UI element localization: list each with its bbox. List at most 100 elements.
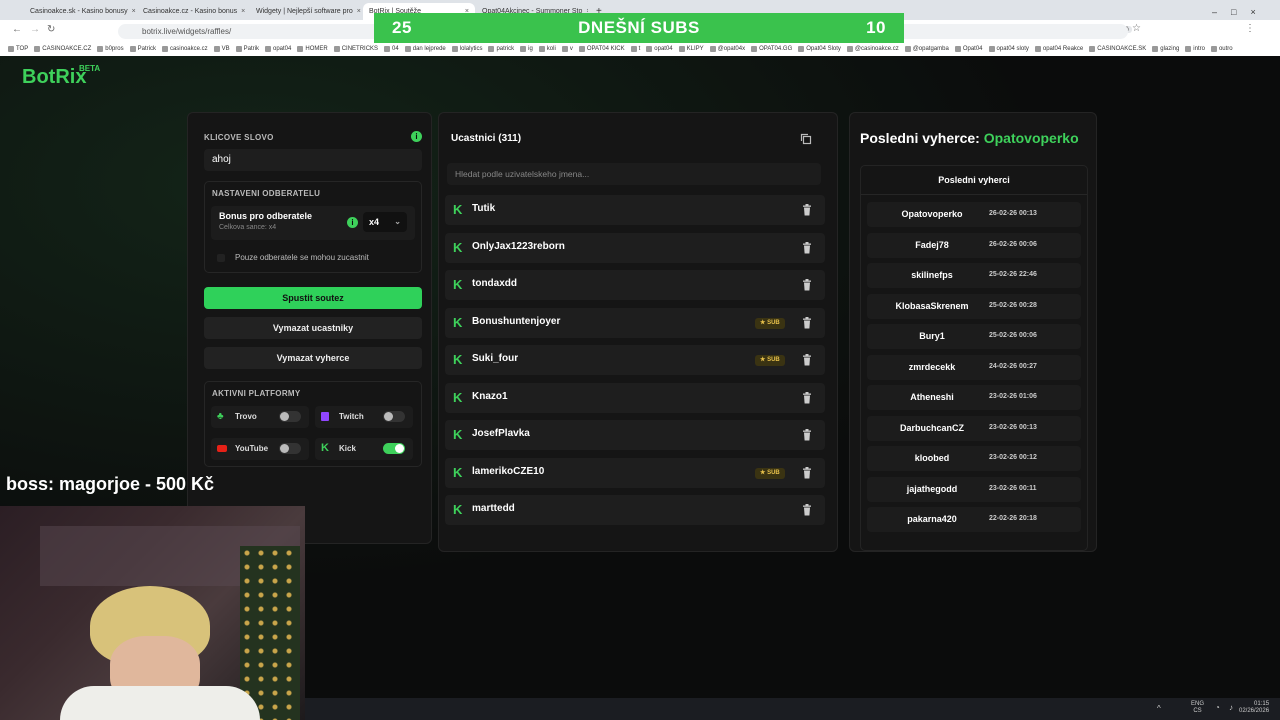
bookmark-favicon-icon: [34, 46, 41, 52]
bookmark-item[interactable]: Patrik: [235, 46, 259, 52]
trash-icon[interactable]: [802, 353, 812, 366]
bookmark-item[interactable]: TOP: [8, 46, 28, 52]
bookmark-item[interactable]: opat04: [265, 46, 291, 52]
only-subs-row[interactable]: Pouze odberatele se mohou zucastnit: [211, 248, 415, 268]
participants-title: Ucastnici (311): [451, 133, 522, 144]
bookmark-item[interactable]: @casinoakce.cz: [846, 46, 899, 52]
multiplier-select[interactable]: x4 ⌄: [363, 212, 407, 232]
clear-participants-button[interactable]: Vymazat ucastniky: [204, 317, 422, 339]
participant-row[interactable]: KlamerikoCZE10 ★ SUB: [445, 457, 825, 488]
trash-icon[interactable]: [802, 391, 812, 403]
trovo-toggle[interactable]: [279, 411, 301, 422]
bookmark-item[interactable]: CINETRICKS: [333, 46, 378, 52]
keyword-input[interactable]: ahoj: [204, 149, 422, 171]
kick-icon: K: [453, 427, 463, 442]
participant-row[interactable]: Ktondaxdd: [445, 270, 825, 300]
bookmark-star-icon[interactable]: ☆: [1132, 23, 1141, 34]
participant-row[interactable]: K Tutik: [445, 195, 825, 225]
bookmark-item[interactable]: Opat04: [954, 46, 983, 52]
bookmark-item[interactable]: b0pros: [97, 46, 124, 52]
minimize-icon[interactable]: –: [1212, 7, 1217, 17]
start-raffle-button[interactable]: Spustit soutez: [204, 287, 422, 309]
twitch-toggle[interactable]: [383, 411, 405, 422]
info-icon[interactable]: i: [347, 217, 358, 228]
maximize-icon[interactable]: □: [1231, 7, 1236, 17]
clock[interactable]: 01:15 02/26/2026: [1239, 701, 1269, 715]
bookmark-item[interactable]: intro: [1185, 46, 1205, 52]
bookmark-item[interactable]: koli: [538, 46, 556, 52]
close-window-icon[interactable]: ×: [1250, 7, 1255, 17]
bookmark-favicon-icon: [129, 46, 136, 52]
winner-row: Atheneshi 23-02-26 01:06: [867, 385, 1081, 410]
close-tab-icon[interactable]: ×: [241, 8, 245, 15]
participant-row[interactable]: K OnlyJax1223reborn: [445, 232, 825, 263]
bookmark-item[interactable]: Opat04 Sloty: [798, 46, 841, 52]
participant-row[interactable]: K JosefPlavka: [445, 420, 825, 450]
close-tab-icon[interactable]: ×: [357, 8, 361, 15]
participant-row[interactable]: Kmarttedd: [445, 495, 825, 525]
bookmark-item[interactable]: OPAT04.GG: [751, 46, 792, 52]
volume-icon[interactable]: ♪: [1229, 703, 1233, 712]
daily-subs-overlay: 25 DNEŠNÍ SUBS 10: [374, 13, 904, 43]
botrix-logo[interactable]: BotRix BETA: [22, 64, 100, 89]
bookmark-item[interactable]: opat04 sloty: [988, 46, 1029, 52]
bookmark-item[interactable]: Patrick: [129, 46, 156, 52]
trash-icon[interactable]: [802, 503, 812, 516]
bookmark-item[interactable]: opat04: [646, 46, 673, 52]
trash-icon[interactable]: [802, 428, 812, 441]
platform-trovo: ♣ Trovo: [211, 406, 309, 428]
bookmark-item[interactable]: @opatgamba: [904, 46, 949, 52]
winner-row: skilinefps 25-02-26 22:46: [867, 263, 1081, 288]
menu-icon[interactable]: ⋮: [1245, 23, 1255, 34]
close-tab-icon[interactable]: ×: [132, 8, 136, 15]
bookmark-item[interactable]: CASINOAKCE.CZ: [34, 46, 91, 52]
trash-icon[interactable]: [802, 278, 812, 291]
language-indicator[interactable]: ENG CS: [1191, 701, 1204, 715]
bookmark-item[interactable]: KLIPY: [678, 46, 704, 52]
info-icon[interactable]: i: [411, 131, 422, 142]
bookmark-item[interactable]: t: [630, 46, 640, 52]
trash-icon[interactable]: [802, 466, 812, 478]
trash-icon[interactable]: [802, 203, 812, 216]
bookmark-item[interactable]: dan lejprede: [404, 46, 446, 52]
bookmark-item[interactable]: VB: [213, 46, 230, 52]
youtube-toggle[interactable]: [279, 443, 301, 454]
reload-icon[interactable]: ↻: [47, 24, 55, 35]
back-icon[interactable]: ←: [12, 24, 22, 35]
bookmark-item[interactable]: @opat04x: [709, 46, 745, 52]
bookmark-item[interactable]: glazing: [1152, 46, 1179, 52]
bookmark-item[interactable]: lolalytics: [451, 46, 482, 52]
forward-icon[interactable]: →: [30, 24, 40, 35]
bookmark-item[interactable]: v: [561, 46, 573, 52]
bookmark-item[interactable]: OPAT04 KICK: [578, 46, 625, 52]
trash-icon[interactable]: [802, 316, 812, 328]
bookmark-favicon-icon: [578, 46, 585, 52]
copy-icon[interactable]: [800, 132, 812, 145]
wifi-icon[interactable]: ◔: [1215, 703, 1220, 712]
participant-row[interactable]: K Knazo1: [445, 382, 825, 413]
trash-icon[interactable]: [802, 241, 812, 253]
participant-row[interactable]: K Suki_four ★ SUB: [445, 345, 825, 375]
last-winner-name: Opatovoperko: [983, 130, 1079, 146]
bookmark-item[interactable]: outro: [1210, 46, 1233, 52]
divider: [861, 194, 1087, 195]
bookmark-item[interactable]: patrick: [488, 46, 514, 52]
bookmark-item[interactable]: ig: [520, 46, 533, 52]
browser-tab[interactable]: Widgety | Nejlepší software pro ×: [250, 3, 362, 20]
winner-row: Opatovoperko 26-02-26 00:13: [867, 202, 1081, 227]
clear-winners-button[interactable]: Vymazat vyherce: [204, 347, 422, 369]
participant-search-input[interactable]: Hledat podle uzivatelskeho jmena...: [447, 163, 821, 185]
only-subs-checkbox[interactable]: [217, 254, 225, 262]
kick-toggle[interactable]: [383, 443, 405, 454]
bookmark-item[interactable]: opat04 Reakce: [1034, 46, 1083, 52]
bookmark-item[interactable]: HOMER: [297, 46, 328, 52]
bookmark-favicon-icon: [297, 46, 304, 52]
chevron-up-icon[interactable]: ^: [1157, 704, 1161, 713]
browser-tab[interactable]: Casinoakce.sk - Kasino bonusy ×: [24, 3, 136, 20]
participant-row[interactable]: K Bonushuntenjoyer ★ SUB: [445, 307, 825, 338]
bookmark-item[interactable]: casinoakce.cz: [161, 46, 208, 52]
bookmark-favicon-icon: [538, 46, 545, 52]
browser-tab[interactable]: Casinoakce.cz - Kasino bonus ×: [137, 3, 249, 20]
bookmark-item[interactable]: 04: [384, 46, 399, 52]
bookmark-item[interactable]: CASINOAKCE.SK: [1089, 46, 1146, 52]
